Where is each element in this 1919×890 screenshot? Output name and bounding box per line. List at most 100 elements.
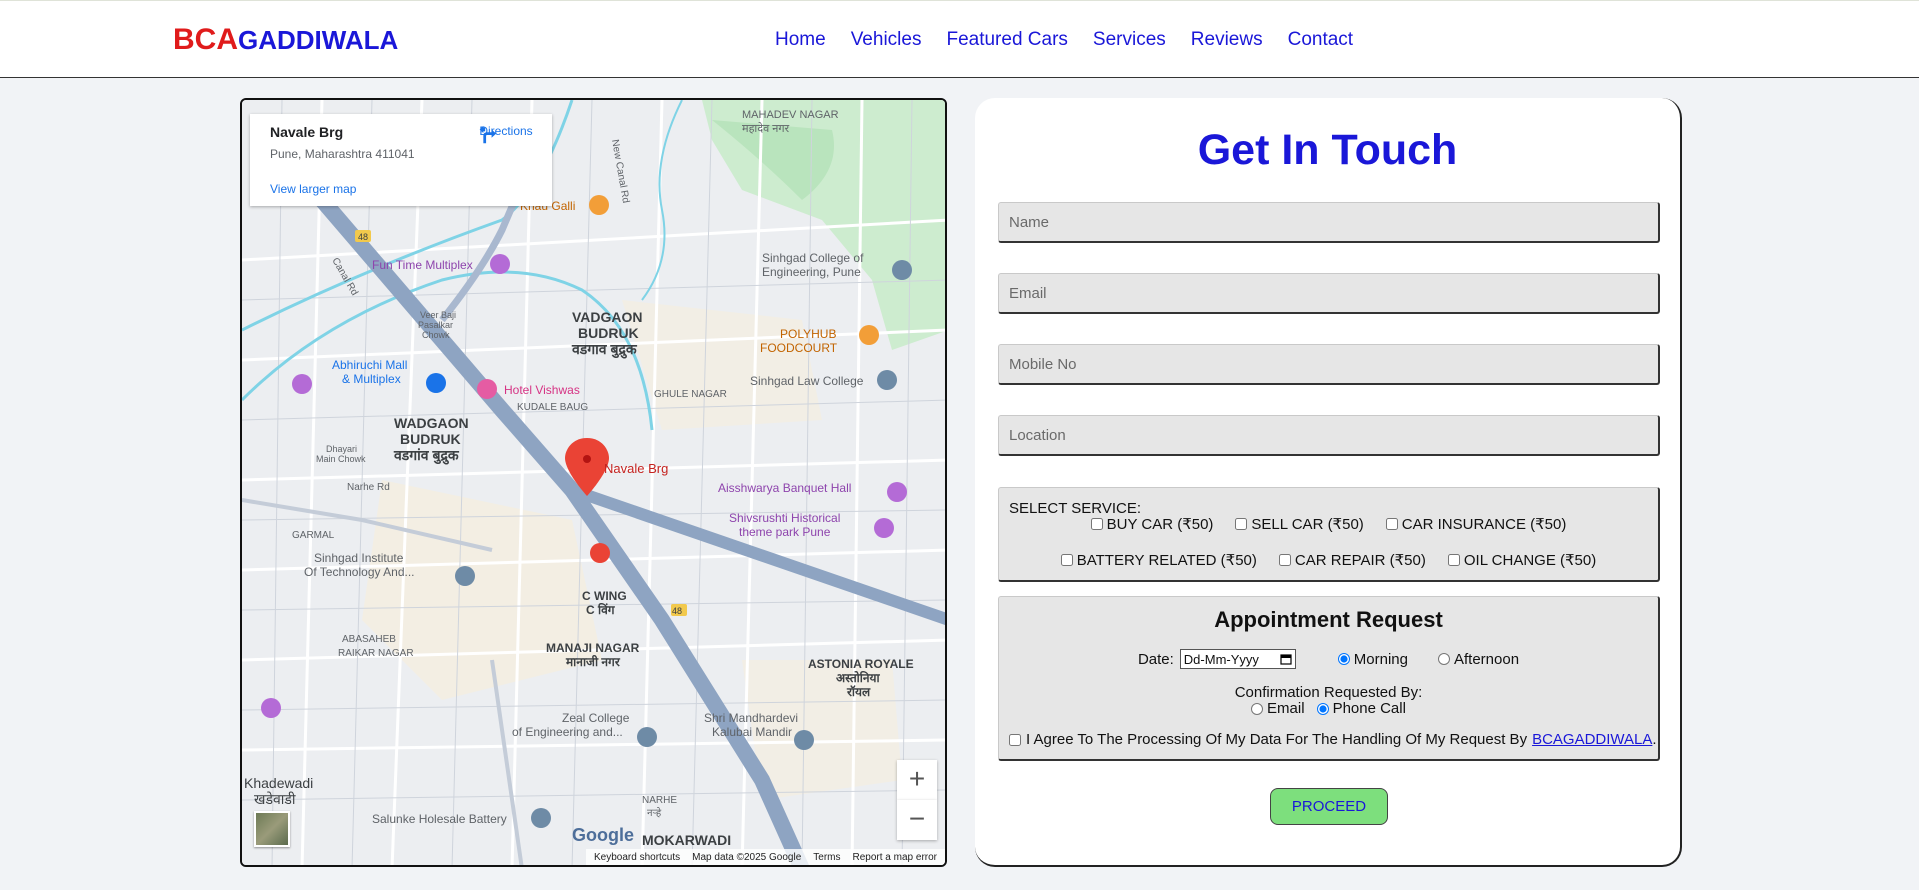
map-label: Hotel Vishwas <box>504 383 580 397</box>
map-label: Fun Time Multiplex <box>372 258 473 272</box>
nav-reviews[interactable]: Reviews <box>1191 29 1263 51</box>
date-row: Date: Dd-Mm-Yyyy Morning Afternoon <box>999 649 1658 669</box>
nav-contact[interactable]: Contact <box>1288 29 1353 51</box>
location-field[interactable] <box>998 415 1660 456</box>
confirmation-label: Confirmation Requested By: <box>1234 684 1423 701</box>
map-label: वडगांव बुद्रुक <box>393 447 460 465</box>
sell-car-checkbox[interactable] <box>1235 518 1248 530</box>
google-logo: Google <box>572 825 634 845</box>
service-option-oil-change[interactable]: OIL CHANGE (₹50) <box>1447 551 1597 569</box>
map-info-card: Navale Brg Pune, Maharashtra 411041 View… <box>250 114 552 206</box>
map-label: Veer Baji <box>420 310 456 320</box>
map-label: Pasalkar <box>418 320 453 330</box>
appointment-title: Appointment Request <box>1214 607 1443 632</box>
confirmation-options: Email Phone Call <box>999 700 1658 717</box>
map-label: Shivsrushti Historical <box>729 511 840 525</box>
view-larger-map-link[interactable]: View larger map <box>270 182 356 196</box>
map-label: BUDRUK <box>578 325 639 341</box>
map-canvas[interactable]: MAHADEV NAGAR महादेव नगर Khau Galli Fun … <box>242 100 947 867</box>
map-label: RAIKAR NAGAR <box>338 648 414 659</box>
confirm-phone-radio[interactable] <box>1316 702 1329 715</box>
date-input[interactable]: Dd-Mm-Yyyy <box>1179 649 1296 669</box>
battery-checkbox[interactable] <box>1060 554 1073 566</box>
nav-home[interactable]: Home <box>775 29 826 51</box>
service-option-label: SELL CAR (₹50) <box>1251 516 1364 533</box>
zoom-in-button[interactable]: + <box>897 760 937 800</box>
map-label: MOKARWADI <box>642 832 731 848</box>
site-header: BCAGADDIWALA Home Vehicles Featured Cars… <box>0 0 1919 78</box>
consent-brand-link[interactable]: BCAGADDIWALA <box>1532 731 1652 748</box>
map-footer: Keyboard shortcuts Map data ©2025 Google… <box>585 849 945 865</box>
map-label: 48 <box>672 606 682 616</box>
map-label: GARMAL <box>292 530 335 541</box>
car-insurance-checkbox[interactable] <box>1385 518 1398 530</box>
map-label: FOODCOURT <box>760 341 838 355</box>
morning-radio[interactable] <box>1337 653 1350 665</box>
email-field[interactable] <box>998 273 1660 314</box>
map-label: नऱ्हे <box>647 807 662 819</box>
buy-car-checkbox[interactable] <box>1090 518 1103 530</box>
service-option-buy-car[interactable]: BUY CAR (₹50) <box>1090 515 1214 533</box>
service-option-sell-car[interactable]: SELL CAR (₹50) <box>1235 515 1364 533</box>
service-option-car-insurance[interactable]: CAR INSURANCE (₹50) <box>1385 515 1567 533</box>
confirm-email-option[interactable]: Email <box>1251 700 1305 717</box>
zoom-out-button[interactable]: − <box>897 800 937 840</box>
date-label: Date: <box>1137 650 1174 668</box>
map-label: Engineering, Pune <box>762 265 861 279</box>
map-label: VADGAON <box>572 309 643 325</box>
map-label: Zeal College <box>562 711 630 725</box>
confirm-phone-option[interactable]: Phone Call <box>1316 700 1406 717</box>
contact-panel: Get In Touch SELECT SERVICE: BUY CAR (₹5… <box>975 98 1682 867</box>
map-place-name: Navale Brg <box>270 124 344 140</box>
nav-vehicles[interactable]: Vehicles <box>851 29 922 51</box>
afternoon-radio[interactable] <box>1438 653 1450 665</box>
map-label: महादेव नगर <box>742 122 790 135</box>
directions-button[interactable]: Directions <box>476 124 536 144</box>
nav-services[interactable]: Services <box>1093 29 1166 51</box>
service-option-label: CAR INSURANCE (₹50) <box>1401 516 1567 533</box>
map-label: KUDALE BAUG <box>517 402 588 413</box>
nav-featured-cars[interactable]: Featured Cars <box>946 29 1067 51</box>
proceed-button[interactable]: PROCEED <box>1270 788 1388 825</box>
map-label: अस्तोनिया <box>836 671 881 685</box>
service-option-car-repair[interactable]: CAR REPAIR (₹50) <box>1278 551 1426 569</box>
name-field[interactable] <box>998 202 1660 243</box>
brand-logo-part1: BCA <box>173 23 238 56</box>
terms-link[interactable]: Terms <box>813 852 840 863</box>
car-repair-checkbox[interactable] <box>1278 554 1291 566</box>
map-label: ASTONIA ROYALE <box>808 657 914 671</box>
map-label: of Engineering and... <box>512 725 623 739</box>
map-embed[interactable]: MAHADEV NAGAR महादेव नगर Khau Galli Fun … <box>240 98 947 867</box>
service-row: BUY CAR (₹50) SELL CAR (₹50) CAR INSURAN… <box>999 515 1658 533</box>
oil-change-checkbox[interactable] <box>1447 554 1460 566</box>
map-label: MAHADEV NAGAR <box>742 109 839 121</box>
map-label: C WING <box>582 589 627 603</box>
brand-logo[interactable]: BCAGADDIWALA <box>173 23 398 57</box>
calendar-icon[interactable] <box>1280 653 1292 665</box>
map-label: Sinhgad Law College <box>750 374 864 388</box>
main-nav: Home Vehicles Featured Cars Services Rev… <box>775 29 1353 51</box>
directions-icon <box>479 125 497 144</box>
map-label: Dhayari <box>326 444 357 454</box>
confirm-email-radio[interactable] <box>1251 702 1264 715</box>
mobile-field[interactable] <box>998 344 1660 385</box>
confirm-phone-label: Phone Call <box>1332 700 1406 717</box>
consent-checkbox[interactable] <box>1009 733 1021 746</box>
map-label: 48 <box>358 232 368 242</box>
afternoon-option[interactable]: Afternoon <box>1438 651 1519 668</box>
map-marker-label: Navale Brg <box>604 461 668 476</box>
report-map-error-link[interactable]: Report a map error <box>853 852 937 863</box>
service-option-label: BUY CAR (₹50) <box>1106 516 1214 533</box>
service-option-battery[interactable]: BATTERY RELATED (₹50) <box>1060 551 1257 569</box>
map-label: MANAJI NAGAR <box>546 641 640 655</box>
map-label: Sinhgad College of <box>762 251 864 265</box>
map-label: रॉयल <box>846 685 871 699</box>
morning-option[interactable]: Morning <box>1337 651 1408 668</box>
service-selection: SELECT SERVICE: BUY CAR (₹50) SELL CAR (… <box>998 487 1660 582</box>
contact-heading: Get In Touch <box>1197 126 1458 174</box>
map-label: Main Chowk <box>316 454 366 464</box>
service-option-label: OIL CHANGE (₹50) <box>1463 552 1597 569</box>
satellite-toggle[interactable] <box>254 811 290 847</box>
keyboard-shortcuts-link[interactable]: Keyboard shortcuts <box>594 852 680 863</box>
map-label: खडेवाडी <box>254 791 296 807</box>
